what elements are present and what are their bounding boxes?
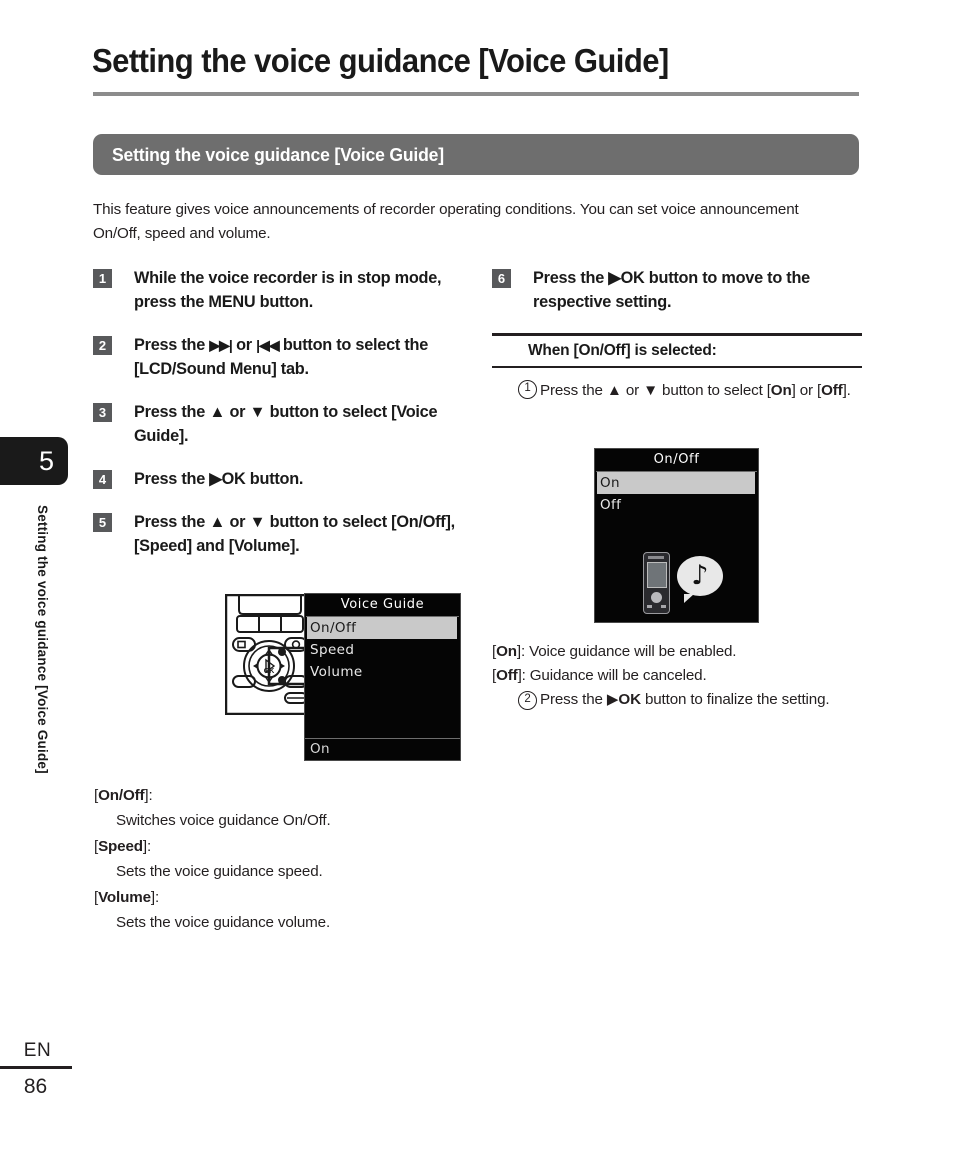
lcd-menu-item-on-off[interactable]: On/Off	[307, 617, 457, 639]
substep-text: Press the ▲ or ▼ button to select [On] o…	[540, 382, 851, 399]
page-title: Setting the voice guidance [Voice Guide]	[92, 42, 669, 79]
step-number-badge: 6	[492, 269, 511, 288]
step-number-badge: 3	[93, 403, 112, 422]
voice-guide-icon-group: ♪	[643, 550, 753, 614]
step-text: Press the ▶OK button.	[134, 470, 304, 488]
recorder-dpad	[651, 592, 662, 603]
step-item: 6 Press the ▶OK button to move to the re…	[492, 266, 862, 314]
footer-page-number: 86	[23, 1075, 48, 1098]
lcd-screen-on-off: On/Off On Off ♪	[594, 448, 759, 623]
off-description: [Off]: Guidance will be canceled.	[492, 667, 707, 684]
definition-list: [On/Off]: Switches voice guidance On/Off…	[94, 783, 474, 936]
recorder-button-right	[661, 605, 666, 608]
intro-paragraph: This feature gives voice announcements o…	[93, 201, 799, 242]
step-text: Press the ▶OK button to move to the resp…	[533, 269, 810, 311]
footer: EN 86	[0, 1040, 75, 1099]
definition-term: [On/Off]:	[94, 787, 153, 804]
chapter-vertical-title: Setting the voice guidance [Voice Guide]	[35, 505, 50, 774]
footer-language: EN	[23, 1040, 52, 1061]
definition-term: [Speed]:	[94, 838, 152, 855]
recorder-icon	[643, 552, 670, 614]
recorder-screen	[647, 562, 667, 588]
step-item: 3 Press the ▲ or ▼ button to select [Voi…	[93, 400, 471, 448]
substep-text: Press the ▶OK button to finalize the set…	[540, 691, 830, 708]
chapter-tab: 5	[0, 437, 68, 485]
step-number-badge: 5	[93, 513, 112, 532]
lcd-menu-item-on[interactable]: On	[597, 472, 755, 494]
section-banner: Setting the voice guidance [Voice Guide]	[93, 134, 859, 175]
definition-description: Sets the voice guidance speed.	[116, 863, 323, 880]
steps-column-right: 6 Press the ▶OK button to move to the re…	[492, 266, 862, 710]
step-item: 2 Press the ▶▶| or |◀◀ button to select …	[93, 333, 471, 381]
lcd-title: Voice Guide	[340, 597, 425, 612]
substep-item: 1 Press the ▲ or ▼ button to select [On]…	[492, 379, 862, 402]
when-selected-block: When [On/Off] is selected: 1 Press the ▲…	[492, 333, 862, 402]
step-text: Press the ▲ or ▼ button to select [On/Of…	[134, 513, 455, 555]
substep-item: 2 Press the ▶OK button to finalize the s…	[492, 688, 862, 711]
recorder-button-left	[647, 605, 652, 608]
lcd-menu-item-off[interactable]: Off	[595, 494, 758, 516]
definition-term: [Volume]:	[94, 889, 160, 906]
speech-bubble: ♪	[677, 556, 723, 603]
step-text: While the voice recorder is in stop mode…	[134, 269, 442, 311]
steps-column-left: 1 While the voice recorder is in stop mo…	[93, 266, 471, 931]
step-number-badge: 1	[93, 269, 112, 288]
definition-description: Switches voice guidance On/Off.	[116, 812, 331, 829]
step-number-badge: 4	[93, 470, 112, 489]
lcd-menu-item-volume[interactable]: Volume	[305, 661, 460, 683]
step-item: 4 Press the ▶OK button.	[93, 467, 471, 491]
lcd-menu-item-speed[interactable]: Speed	[305, 639, 460, 661]
lcd-status-bar: On	[305, 738, 460, 760]
music-note-icon: ♪	[691, 560, 709, 591]
step-number-badge: 2	[93, 336, 112, 355]
definition-description: Sets the voice guidance volume.	[116, 914, 331, 931]
substep-number-circle: 1	[518, 380, 537, 399]
step-item: 5 Press the ▲ or ▼ button to select [On/…	[93, 510, 471, 558]
step-text: Press the ▶▶| or |◀◀ button to select th…	[134, 336, 429, 378]
lcd-title: On/Off	[653, 452, 700, 467]
section-banner-label: Setting the voice guidance [Voice Guide]	[112, 143, 444, 165]
when-selected-heading: When [On/Off] is selected:	[528, 341, 717, 359]
step-text: Press the ▲ or ▼ button to select [Voice…	[134, 403, 438, 445]
step-item: 1 While the voice recorder is in stop mo…	[93, 266, 471, 314]
lcd-screen-voice-guide: Voice Guide On/Off Speed Volume On	[304, 593, 461, 761]
footer-divider	[0, 1066, 72, 1069]
on-off-descriptions: [On]: Voice guidance will be enabled. [O…	[492, 640, 862, 711]
substep-number-circle: 2	[518, 691, 537, 710]
divider-bottom	[492, 365, 862, 368]
chapter-number: 5	[38, 445, 54, 476]
title-rule	[93, 92, 859, 96]
on-description: [On]: Voice guidance will be enabled.	[492, 643, 737, 660]
recorder-speaker-grill	[648, 556, 664, 559]
